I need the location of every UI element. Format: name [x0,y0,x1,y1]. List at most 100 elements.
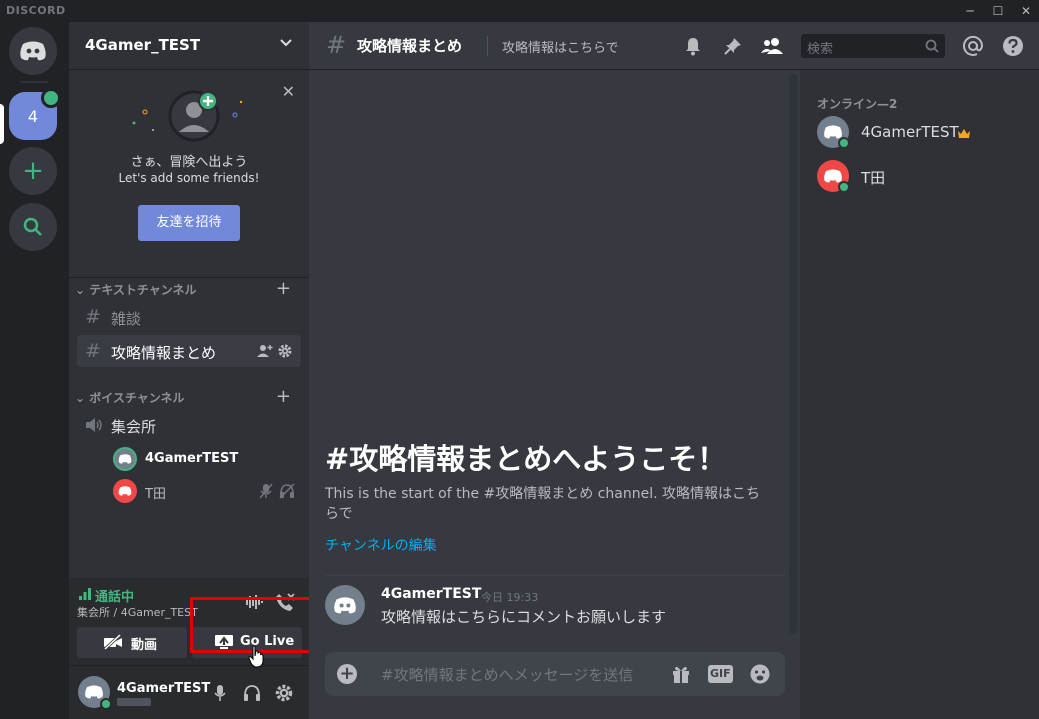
rail-separator [20,81,48,83]
message-composer[interactable]: + #攻略情報まとめへメッセージを送信 GIF [325,652,785,696]
search-input[interactable]: 検索 [807,38,833,57]
voice-location: 集会所 / 4Gamer_TEST [77,606,198,619]
hash-icon: # [85,340,101,362]
maximize-button[interactable]: ☐ [985,0,1011,22]
selected-server-indicator [0,104,4,144]
edit-channel-link[interactable]: チャンネルの編集 [325,535,437,555]
create-text-channel-icon[interactable]: + [276,278,291,299]
close-icon[interactable]: ✕ [282,82,295,101]
gear-icon[interactable] [278,344,292,358]
close-window-button[interactable]: ✕ [1013,0,1039,22]
home-button[interactable] [9,27,57,75]
category-label: ボイスチャンネル [89,391,185,405]
minimize-button[interactable]: ─ [957,0,983,22]
voice-channels-category[interactable]: ⌄ ボイスチャンネル [75,389,185,406]
channel-koryaku[interactable]: # 攻略情報まとめ [77,335,301,367]
video-button[interactable]: 動画 [77,627,187,658]
avatar [817,160,850,193]
avatar [113,447,137,471]
user-tag-redacted [117,698,151,706]
channel-name: 雑談 [111,310,142,328]
online-status-icon [100,698,112,710]
member-name: 4GamerTEST [861,123,959,141]
voice-user-name: T田 [145,487,166,502]
headphones-icon[interactable] [243,684,261,702]
title-bar: DISCORD ─ ☐ ✕ [0,0,1039,22]
server-4gamer-test[interactable]: 4 [9,88,61,140]
hash-icon: # [326,31,347,59]
camera-off-icon [103,634,122,650]
server-header[interactable]: 4Gamer_TEST [69,22,309,70]
message-text: 攻略情報はこちらにコメントお願いします [381,608,667,626]
invite-subheading: Let's add some friends! [118,171,260,185]
username: 4GamerTEST [117,681,211,696]
message-author[interactable]: 4GamerTEST [381,586,481,602]
mentions-icon[interactable] [962,35,984,57]
emoji-icon[interactable] [749,663,771,685]
mic-muted-icon [259,483,273,499]
online-status-icon [838,137,850,149]
search-box[interactable]: 検索 [801,34,945,58]
chevron-down-icon [280,39,292,47]
chat-header: # 攻略情報まとめ 攻略情報はこちらで 検索 [309,22,1039,70]
voice-user-name: 4GamerTEST [145,451,239,466]
online-status-icon [838,181,850,193]
voice-user[interactable]: T田 [113,479,295,505]
upload-plus-icon[interactable]: + [337,664,357,684]
settings-gear-icon[interactable] [275,684,293,702]
app-brand: DISCORD [6,4,66,17]
speaker-icon [86,418,102,432]
help-icon[interactable] [1002,35,1024,57]
voice-speaking-icon [41,88,61,108]
divider [487,36,488,56]
search-icon [23,217,42,236]
voice-status[interactable]: 通話中 [95,586,134,605]
server-rail: 4 + [0,22,69,719]
channel-name: 集会所 [111,418,157,436]
gift-icon[interactable] [671,664,691,684]
discord-logo-icon [118,486,132,496]
video-label: 動画 [131,638,158,653]
discord-window: DISCORD ─ ☐ ✕ 4 + 4Gamer_TEST ✕ さぁ、冒険へ出よ… [0,0,1039,719]
avatar [113,479,137,503]
member-item[interactable]: T田 [817,160,1027,196]
add-member-icon[interactable] [257,344,273,358]
channel-zatsudan[interactable]: # 雑談 [77,301,301,333]
user-panel: 4GamerTEST [69,666,309,719]
member-list: オンライン—2 4GamerTEST T田 [800,70,1039,719]
gif-icon[interactable]: GIF [708,665,733,683]
channel-topic[interactable]: 攻略情報はこちらで [502,37,619,56]
bell-icon[interactable] [683,36,703,56]
avatar[interactable] [325,585,365,625]
avatar[interactable] [78,676,112,710]
welcome-description: This is the start of the #攻略情報まとめ channe… [325,486,761,522]
voice-user[interactable]: 4GamerTEST [113,447,293,473]
divider [325,575,785,576]
server-initial: 4 [27,106,39,126]
avatar [817,116,850,149]
invite-heading: さぁ、冒険へ出よう [130,155,248,170]
plus-icon: + [22,156,44,186]
category-label: テキストチャンネル [89,283,197,297]
welcome-title: #攻略情報まとめへようこそ！ [325,442,727,476]
channel-title: 攻略情報まとめ [357,37,463,55]
message-input[interactable]: #攻略情報まとめへメッセージを送信 [381,664,633,685]
server-name: 4Gamer_TEST [85,36,201,54]
chat-scrollbar[interactable] [789,74,797,634]
search-icon [925,39,939,53]
discord-logo-icon [334,596,356,613]
channel-name: 攻略情報まとめ [111,344,217,362]
member-item[interactable]: 4GamerTEST [817,116,1027,152]
headphones-deafened-icon [279,483,295,499]
text-channels-category[interactable]: ⌄ テキストチャンネル [75,281,197,298]
microphone-icon[interactable] [213,684,227,702]
member-name: T田 [861,169,886,187]
add-server-button[interactable]: + [9,147,57,195]
voice-channel-shukaijo[interactable]: 集会所 [77,409,301,441]
member-list-icon[interactable] [761,36,783,56]
invite-friends-button[interactable]: 友達を招待 [138,205,240,241]
signal-icon [79,588,91,600]
pin-icon[interactable] [723,36,743,56]
create-voice-channel-icon[interactable]: + [276,386,291,407]
explore-servers-button[interactable] [9,203,57,251]
